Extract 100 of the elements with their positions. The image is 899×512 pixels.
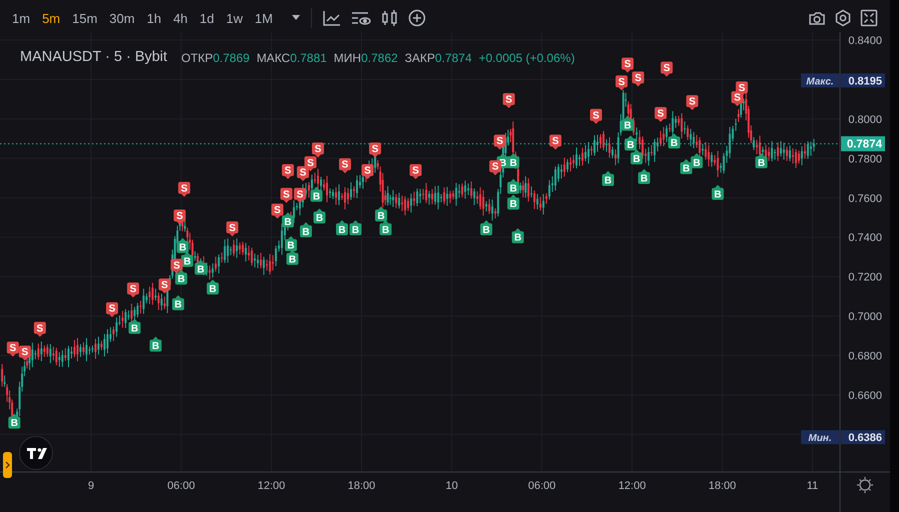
sell-signal-marker: S [18, 346, 31, 361]
buy-signal-marker: B [176, 238, 189, 254]
price-axis-label: 0.7800 [848, 153, 882, 166]
sell-signal-marker: S [731, 91, 744, 106]
camera-icon [808, 10, 826, 26]
buy-signal-marker: B [313, 208, 326, 224]
ohlc-value: 0.7874 [435, 50, 472, 67]
price-axis-label: 0.6800 [848, 350, 882, 363]
max-price-label: Макс. [801, 73, 839, 88]
sell-signal-marker: S [312, 142, 324, 158]
settings-icon[interactable] [856, 476, 874, 494]
sell-signal-marker: S [489, 160, 502, 176]
lines-eye-icon [350, 10, 372, 26]
time-axis-label: 11 [806, 480, 818, 492]
sell-signal-marker: S [174, 210, 186, 224]
symbol-title: MANAUSDT · 5 · Bybit [20, 48, 168, 67]
ohlc-label: МАКС [256, 50, 290, 67]
buy-signal-marker: B [712, 184, 724, 200]
buy-signal-marker: B [206, 279, 219, 295]
buy-signal-marker: B [638, 169, 650, 185]
buy-signal-marker: B [624, 136, 637, 152]
interval-tab[interactable]: 4h [167, 8, 194, 28]
sell-signal-marker: S [494, 134, 506, 150]
min-price-label: Мин. [801, 430, 839, 444]
buy-signal-marker: B [310, 186, 322, 202]
sell-signal-marker: S [410, 164, 422, 180]
interval-tab[interactable]: 1M [248, 8, 279, 28]
sell-signal-marker: S [660, 62, 673, 77]
time-axis-label: 06:00 [528, 480, 556, 492]
ohlc-value: 0.7862 [361, 50, 398, 67]
interval-tab[interactable]: 30m [103, 8, 141, 28]
interval-tab[interactable]: 1m [6, 8, 36, 28]
buy-signal-marker: B [507, 178, 520, 194]
sell-signal-marker: S [282, 164, 294, 180]
plus-circle-icon [408, 9, 426, 27]
time-axis-label: 10 [446, 480, 458, 492]
buy-signal-marker: B [172, 295, 184, 311]
price-axis-label: 0.7600 [848, 192, 882, 205]
sell-signal-marker: S [622, 58, 634, 73]
sell-signal-marker: S [632, 71, 644, 86]
caret-icon [290, 14, 301, 22]
price-axis-label: 0.7400 [848, 232, 882, 244]
time-axis-label: 18:00 [708, 480, 736, 492]
buy-signal-marker: B [336, 220, 348, 236]
interval-tab[interactable]: 15m [66, 8, 104, 28]
ohlc-label: ЗАКР [404, 50, 436, 67]
time-axis-label: 18:00 [348, 480, 376, 492]
line-chart-icon [322, 9, 342, 27]
sell-signal-marker: S [106, 302, 118, 318]
price-axis-label: 0.7200 [848, 272, 882, 284]
buy-signal-marker: B [286, 250, 298, 266]
price-axis-label: 0.8000 [848, 114, 882, 126]
sell-signal-marker: S [590, 108, 602, 124]
buy-signal-marker: B [282, 212, 294, 228]
interval-tab[interactable]: 1d [194, 8, 220, 28]
chevron-right-icon [5, 461, 10, 469]
buy-signal-marker: B [480, 220, 492, 236]
sell-signal-marker: S [127, 282, 140, 298]
buy-signal-marker: B [668, 134, 680, 150]
price-axis-label: 0.6600 [848, 390, 882, 402]
interval-tab[interactable]: 1h [140, 8, 168, 28]
time-axis-label: 12:00 [258, 480, 286, 492]
time-axis-label: 9 [88, 480, 94, 492]
sell-signal-marker: S [362, 164, 374, 180]
max-price-tag: 0.8195 [841, 73, 885, 88]
sell-signal-marker: S [271, 204, 284, 219]
time-axis-label: 12:00 [618, 480, 646, 492]
buy-signal-marker: B [375, 206, 388, 222]
buy-signal-marker: B [680, 159, 692, 175]
buy-signal-marker: B [194, 260, 207, 276]
buy-signal-marker: B [507, 194, 520, 210]
expand-panel-button[interactable] [3, 452, 12, 478]
sell-signal-marker: S [280, 188, 292, 203]
ohlc-label: МИН [334, 50, 362, 67]
sell-signal-marker: S [616, 75, 628, 90]
buy-signal-marker: B [755, 153, 768, 169]
buy-signal-marker: B [300, 222, 312, 238]
buy-signal-marker: B [175, 270, 188, 286]
sell-signal-marker: S [369, 142, 382, 158]
buy-signal-marker: B [507, 153, 520, 169]
sell-signal-marker: S [549, 134, 562, 150]
min-price-tag: 0.6386 [841, 430, 885, 444]
buy-signal-marker: B [690, 153, 703, 169]
buy-signal-marker: B [128, 318, 141, 334]
ohlc-value: 0.7869 [212, 50, 250, 67]
ohlc-value: 0.7881 [290, 50, 327, 67]
buy-signal-marker: B [284, 236, 297, 252]
interval-tab[interactable]: 1w [220, 8, 249, 28]
interval-tab[interactable]: 5m [36, 8, 66, 28]
sell-signal-marker: S [654, 106, 667, 122]
sell-signal-marker: S [686, 95, 698, 110]
sell-signal-marker: S [296, 166, 309, 182]
sell-signal-marker: S [170, 258, 183, 274]
settings-icon [834, 9, 852, 27]
buy-signal-marker: B [380, 220, 392, 236]
buy-signal-marker: B [602, 171, 614, 186]
price-axis-label: 0.8400 [848, 35, 882, 47]
sell-signal-marker: S [339, 158, 351, 174]
candles-icon [380, 9, 400, 27]
fullscreen-icon [860, 9, 878, 27]
